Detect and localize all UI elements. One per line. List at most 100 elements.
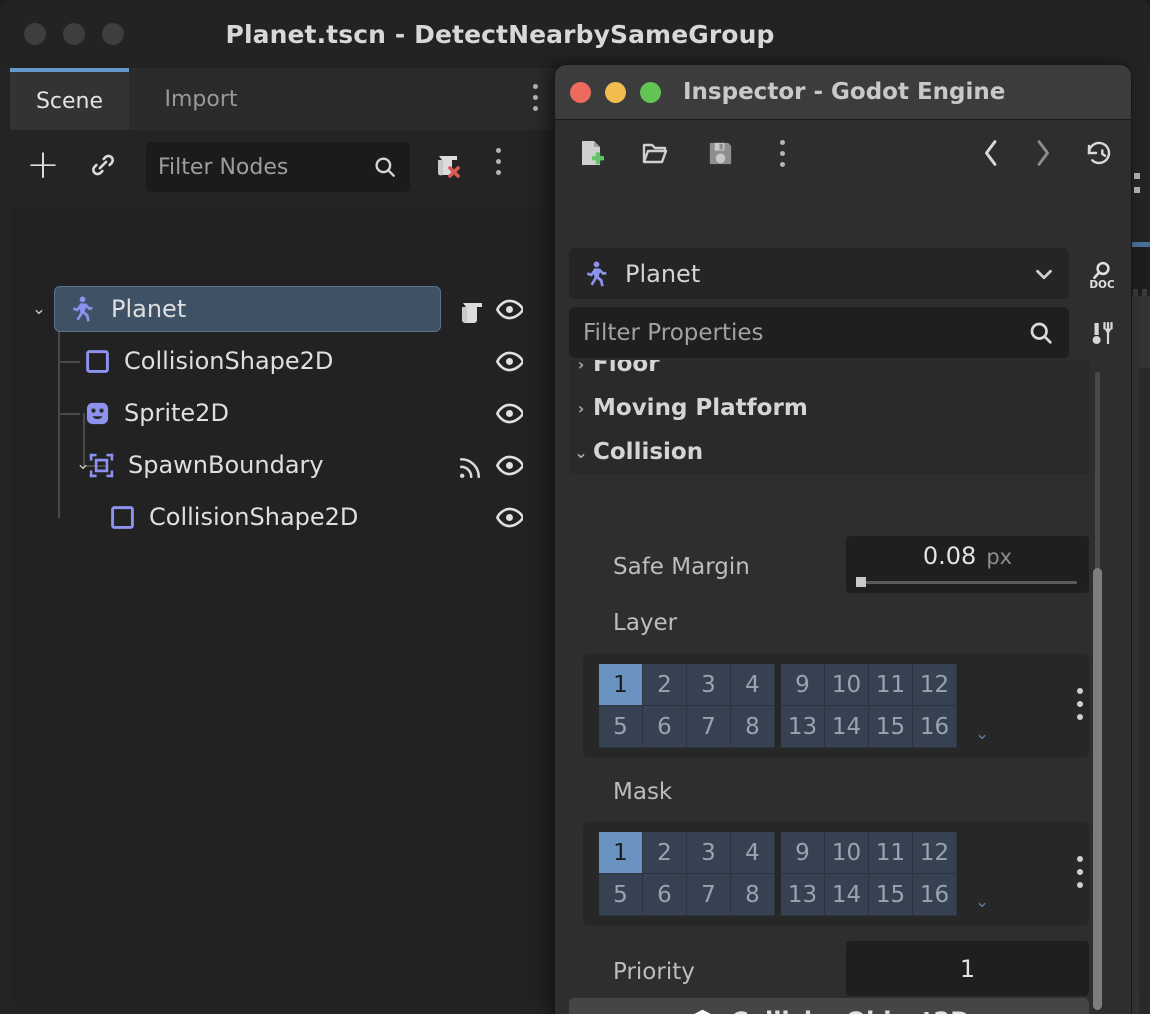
- mask-cell-15[interactable]: 15: [869, 874, 913, 916]
- minimize-button[interactable]: [605, 81, 626, 103]
- mask-grid-container[interactable]: 1 2 3 4 9 10 11 12 5 6 7 8 13 14 15 16 ⌄: [583, 822, 1089, 926]
- inspector-scrollbar-thumb[interactable]: [1093, 568, 1102, 1010]
- safe-margin-slider-track[interactable]: [858, 581, 1077, 584]
- maximize-button[interactable]: [102, 23, 124, 45]
- mask-expand-icon[interactable]: ⌄: [975, 892, 989, 912]
- visibility-toggle[interactable]: [495, 400, 525, 426]
- mask-cell-12[interactable]: 12: [913, 832, 957, 874]
- main-window-traffic-lights[interactable]: [24, 23, 124, 45]
- scene-more-menu-button[interactable]: [496, 148, 501, 175]
- property-list[interactable]: › Floor › Moving Platform ⌄ Collision Sa…: [569, 360, 1117, 1014]
- layer-cell-11[interactable]: 11: [869, 664, 913, 706]
- layer-cell-8[interactable]: 8: [731, 706, 775, 748]
- category-floor[interactable]: › Floor: [569, 360, 1089, 386]
- class-header-label: CollisionObject2D: [731, 1007, 970, 1014]
- mask-cell-11[interactable]: 11: [869, 832, 913, 874]
- object-tools-button[interactable]: [1082, 314, 1122, 354]
- property-priority[interactable]: Priority 1: [569, 941, 1089, 999]
- chevron-down-icon[interactable]: ⌄: [26, 299, 52, 319]
- chevron-down-icon[interactable]: [1031, 261, 1057, 287]
- layer-cell-15[interactable]: 15: [869, 706, 913, 748]
- scene-tree[interactable]: ⌄ Planet CollisionShape2D Sprite2D ⌄ Spa…: [12, 206, 546, 1006]
- layer-cell-13[interactable]: 13: [781, 706, 825, 748]
- filter-properties-input[interactable]: Filter Properties: [569, 307, 1069, 358]
- tree-node-selected-pill[interactable]: Planet: [54, 286, 441, 332]
- inspected-object-selector[interactable]: Planet: [569, 248, 1069, 299]
- visibility-toggle[interactable]: [495, 504, 525, 530]
- tab-scene[interactable]: Scene: [10, 68, 129, 130]
- instantiate-scene-button[interactable]: [80, 142, 126, 188]
- safe-margin-slider-handle[interactable]: [856, 577, 866, 587]
- open-documentation-button[interactable]: DOC: [1082, 255, 1122, 295]
- tree-row-spawnboundary[interactable]: ⌄ SpawnBoundary: [12, 439, 546, 491]
- history-back-button[interactable]: [970, 132, 1012, 174]
- layer-menu-icon[interactable]: [1077, 688, 1083, 720]
- mask-menu-icon[interactable]: [1077, 856, 1083, 888]
- layer-cell-16[interactable]: 16: [913, 706, 957, 748]
- mask-cell-2[interactable]: 2: [643, 832, 687, 874]
- layer-cell-10[interactable]: 10: [825, 664, 869, 706]
- mask-cell-10[interactable]: 10: [825, 832, 869, 874]
- close-button[interactable]: [24, 23, 46, 45]
- layer-cell-4[interactable]: 4: [731, 664, 775, 706]
- mask-cell-4[interactable]: 4: [731, 832, 775, 874]
- layer-grid[interactable]: 1 2 3 4 9 10 11 12 5 6 7 8 13 14 15 16: [599, 664, 957, 748]
- layer-cell-5[interactable]: 5: [599, 706, 643, 748]
- open-resource-button[interactable]: [634, 132, 676, 174]
- layer-cell-9[interactable]: 9: [781, 664, 825, 706]
- layer-cell-2[interactable]: 2: [643, 664, 687, 706]
- mask-cell-9[interactable]: 9: [781, 832, 825, 874]
- tree-row-sprite2d[interactable]: Sprite2D: [12, 387, 546, 439]
- tab-import[interactable]: Import: [129, 68, 273, 130]
- mask-cell-3[interactable]: 3: [687, 832, 731, 874]
- minimize-button[interactable]: [63, 23, 85, 45]
- edge-menu-icon[interactable]: [1134, 173, 1140, 193]
- close-button[interactable]: [570, 81, 591, 103]
- category-moving-platform[interactable]: › Moving Platform: [569, 386, 1089, 430]
- mask-cell-14[interactable]: 14: [825, 874, 869, 916]
- class-header-collisionobject2d[interactable]: CollisionObject2D: [569, 998, 1089, 1014]
- object-tools-icon: [1092, 321, 1113, 344]
- mask-cell-6[interactable]: 6: [643, 874, 687, 916]
- layer-cell-6[interactable]: 6: [643, 706, 687, 748]
- save-resource-button[interactable]: [699, 132, 741, 174]
- history-forward-button[interactable]: [1022, 132, 1064, 174]
- visibility-toggle[interactable]: [495, 348, 525, 374]
- layer-cell-1[interactable]: 1: [599, 664, 643, 706]
- inspector-traffic-lights[interactable]: [570, 81, 661, 103]
- visibility-toggle[interactable]: [495, 452, 525, 478]
- maximize-button[interactable]: [640, 81, 661, 103]
- safe-margin-field[interactable]: 0.08 px: [846, 536, 1089, 593]
- eye-icon: [495, 351, 525, 372]
- mask-cell-16[interactable]: 16: [913, 874, 957, 916]
- layer-cell-14[interactable]: 14: [825, 706, 869, 748]
- history-menu-button[interactable]: [1078, 132, 1120, 174]
- category-collision[interactable]: ⌄ Collision: [569, 430, 1089, 474]
- add-node-button[interactable]: +: [20, 142, 66, 188]
- priority-field[interactable]: 1: [846, 941, 1089, 996]
- new-resource-button[interactable]: [570, 132, 612, 174]
- mask-cell-7[interactable]: 7: [687, 874, 731, 916]
- layer-cell-12[interactable]: 12: [913, 664, 957, 706]
- filter-nodes-input[interactable]: Filter Nodes: [146, 142, 410, 192]
- dock-menu-icon[interactable]: [533, 84, 538, 111]
- layer-cell-3[interactable]: 3: [687, 664, 731, 706]
- layer-expand-icon[interactable]: ⌄: [975, 724, 989, 744]
- layer-cell-7[interactable]: 7: [687, 706, 731, 748]
- detach-script-button[interactable]: [428, 144, 468, 188]
- mask-grid[interactable]: 1 2 3 4 9 10 11 12 5 6 7 8 13 14 15 16: [599, 832, 957, 916]
- mask-cell-1[interactable]: 1: [599, 832, 643, 874]
- tree-row-collisionshape2d-2[interactable]: CollisionShape2D: [12, 491, 546, 543]
- mask-cell-8[interactable]: 8: [731, 874, 775, 916]
- node-script-button[interactable]: [454, 294, 488, 332]
- node-signals-button[interactable]: [456, 454, 484, 486]
- inspector-menu-button[interactable]: [761, 132, 803, 174]
- mask-cell-5[interactable]: 5: [599, 874, 643, 916]
- mask-cell-13[interactable]: 13: [781, 874, 825, 916]
- tree-row-collisionshape2d-1[interactable]: CollisionShape2D: [12, 335, 546, 387]
- script-remove-icon: [438, 156, 460, 178]
- visibility-toggle[interactable]: [495, 296, 525, 322]
- tree-row-planet[interactable]: ⌄ Planet: [12, 283, 546, 335]
- property-safe-margin[interactable]: Safe Margin 0.08 px: [569, 536, 1089, 594]
- layer-grid-container[interactable]: 1 2 3 4 9 10 11 12 5 6 7 8 13 14 15 16 ⌄: [583, 654, 1089, 758]
